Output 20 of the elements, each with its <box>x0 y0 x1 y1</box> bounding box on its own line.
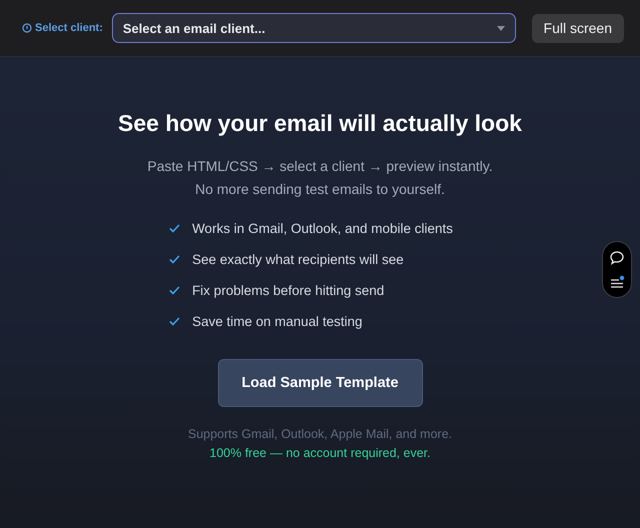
hero-subtitle: Paste HTML/CSS → select a client → preview instantly. No more sending test emails to yourself. <box>147 157 493 199</box>
feature-text: Save time on manual testing <box>192 313 362 331</box>
info-icon <box>22 23 32 33</box>
full-screen-button[interactable]: Full screen <box>532 14 624 42</box>
select-client-label: Select client: <box>22 22 103 34</box>
hero-title: See how your email will actually look <box>118 110 522 137</box>
chat-icon[interactable] <box>609 250 625 266</box>
check-icon <box>169 286 180 295</box>
check-icon <box>169 317 180 326</box>
feature-text: See exactly what recipients will see <box>192 251 404 269</box>
support-note: Supports Gmail, Outlook, Apple Mail, and more. <box>188 427 452 441</box>
caret-icon <box>496 26 505 30</box>
menu-icon[interactable] <box>609 274 625 289</box>
feature-text: Works in Gmail, Outlook, and mobile clients <box>192 220 453 238</box>
check-icon <box>169 255 180 264</box>
email-client-select[interactable]: Select an email client... <box>112 13 516 43</box>
feature-text: Fix problems before hitting send <box>192 282 384 300</box>
free-note: 100% free — no account required, ever. <box>210 446 430 460</box>
load-sample-button[interactable]: Load Sample Template <box>218 359 422 407</box>
check-icon <box>169 224 180 233</box>
